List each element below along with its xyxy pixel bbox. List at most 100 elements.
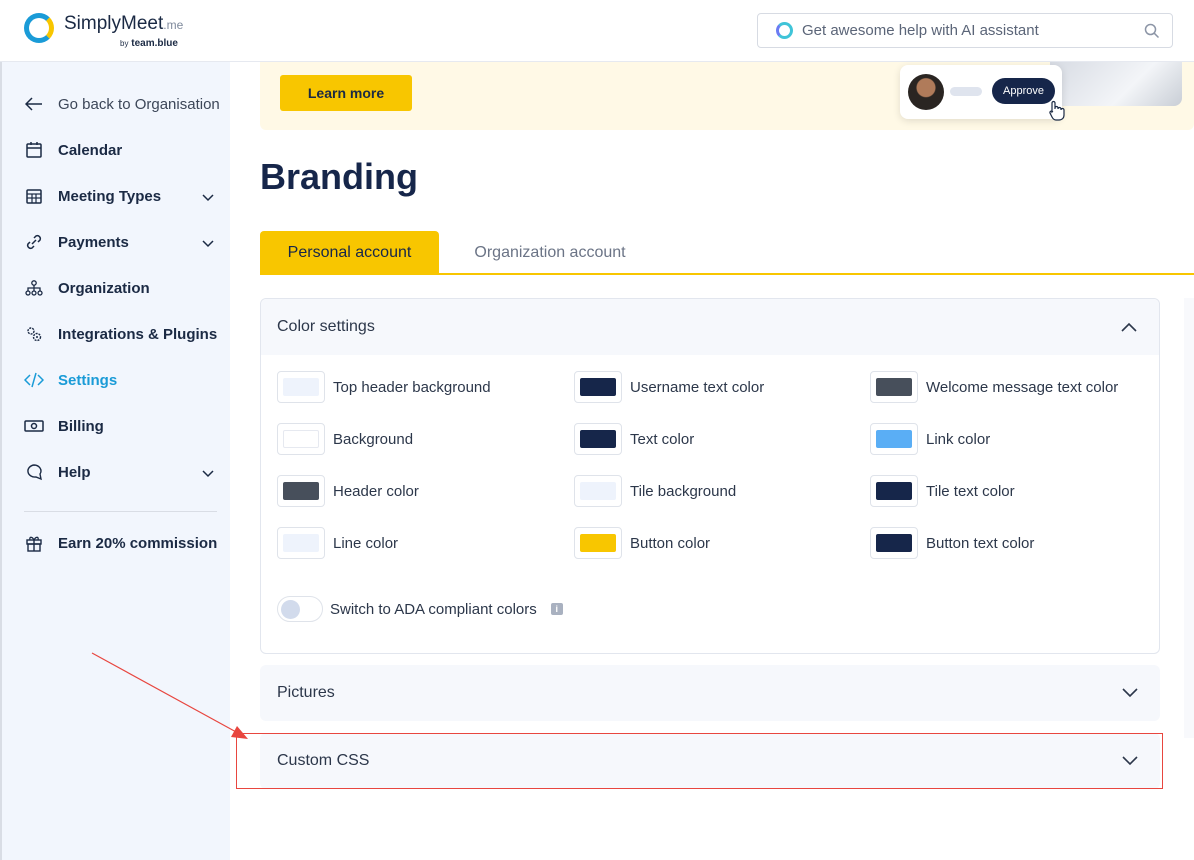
ai-assistant-icon [776,22,793,39]
placeholder-bar [950,87,982,96]
color-setting-top-header-background[interactable]: Top header background [277,371,491,403]
color-swatch-button[interactable] [277,527,325,559]
sidebar-item-calendar[interactable]: Calendar [24,135,220,165]
color-setting-link[interactable]: Link color [870,423,990,455]
color-setting-label: Line color [333,534,399,552]
org-chart-icon [24,278,44,298]
logo-by-name: team.blue [131,38,178,49]
color-swatch-button[interactable] [574,475,622,507]
chevron-down-icon[interactable] [202,465,214,482]
color-swatch [876,482,912,500]
sidebar-item-label: Calendar [58,141,123,159]
color-swatch [580,378,616,396]
sidebar-item-label: Meeting Types [58,187,162,205]
sidebar-item-go-back[interactable]: Go back to Organisation [24,89,220,119]
color-swatch [876,378,912,396]
sidebar-item-label: Settings [58,371,118,389]
logo-ring-icon [24,13,54,43]
sidebar: Go back to Organisation Calendar Meeting… [0,62,230,860]
color-swatch [580,482,616,500]
color-settings-panel: Color settings Top header background Use… [260,298,1160,654]
ai-assistant-search[interactable]: Get awesome help with AI assistant [757,13,1173,48]
info-icon[interactable]: i [550,603,563,615]
chevron-up-icon[interactable] [1121,319,1137,337]
color-swatch [283,482,319,500]
toggle-knob [281,600,300,619]
color-swatch [283,378,319,396]
color-swatch-button[interactable] [574,423,622,455]
color-swatch [283,534,319,552]
color-settings-title: Color settings [277,318,375,335]
gift-icon [24,533,44,553]
color-setting-welcome-message-text[interactable]: Welcome message text color [870,371,1118,403]
top-bar: SimplyMeet.me by team.blue Get awesome h… [0,0,1194,62]
sidebar-item-earn-commission[interactable]: Earn 20% commission [24,528,220,558]
sidebar-item-label: Payments [58,233,129,251]
color-setting-username-text[interactable]: Username text color [574,371,764,403]
color-setting-tile-text[interactable]: Tile text color [870,475,1015,507]
color-setting-label: Tile text color [926,482,1015,500]
color-swatch-button[interactable] [870,475,918,507]
color-swatch-button[interactable] [277,475,325,507]
color-setting-header[interactable]: Header color [277,475,419,507]
learn-more-button[interactable]: Learn more [280,75,412,111]
pictures-section-title: Pictures [277,684,335,701]
sidebar-item-integrations[interactable]: Integrations & Plugins [24,319,220,349]
chevron-down-icon[interactable] [202,235,214,252]
ada-colors-toggle-row: Switch to ADA compliant colors i [277,596,563,622]
color-swatch-button[interactable] [870,423,918,455]
sidebar-divider [24,511,217,512]
color-swatch-button[interactable] [870,527,918,559]
code-icon [24,370,44,390]
tab-organization-account[interactable]: Organization account [450,231,650,275]
hand-cursor-icon [1046,100,1066,127]
banner-photo [1050,62,1182,106]
sidebar-item-help[interactable]: Help [24,457,220,487]
chat-icon [24,462,44,482]
color-swatch [876,534,912,552]
sidebar-item-settings[interactable]: Settings [24,365,220,395]
color-setting-label: Welcome message text color [926,378,1119,396]
logo-by-prefix: by [120,39,129,48]
annotation-highlight-box [236,733,1163,789]
search-placeholder[interactable]: Get awesome help with AI assistant [802,22,1132,39]
color-swatch-button[interactable] [574,371,622,403]
color-swatch-button[interactable] [574,527,622,559]
chevron-down-icon[interactable] [202,189,214,206]
color-setting-text[interactable]: Text color [574,423,694,455]
scroll-rail [1184,298,1194,738]
sidebar-item-label: Integrations & Plugins [58,325,218,343]
search-icon[interactable] [1132,23,1172,39]
color-setting-line[interactable]: Line color [277,527,398,559]
color-setting-background[interactable]: Background [277,423,413,455]
ada-colors-toggle[interactable] [277,596,323,622]
sidebar-item-label: Earn 20% commission [58,534,218,552]
color-setting-tile-background[interactable]: Tile background [574,475,736,507]
color-setting-label: Link color [926,430,991,448]
color-setting-button[interactable]: Button color [574,527,710,559]
sidebar-item-meeting-types[interactable]: Meeting Types [24,181,220,211]
color-settings-header[interactable]: Color settings [261,299,1159,355]
color-setting-button-text[interactable]: Button text color [870,527,1034,559]
color-swatch-button[interactable] [277,371,325,403]
approve-card-illustration: Approve [900,65,1062,119]
sidebar-item-payments[interactable]: Payments [24,227,220,257]
color-setting-label: Header color [333,482,419,500]
color-setting-label: Tile background [630,482,737,500]
chevron-down-icon[interactable] [1122,685,1138,703]
color-setting-label: Background [333,430,414,448]
color-swatch [283,430,319,448]
sidebar-item-organization[interactable]: Organization [24,273,220,303]
grid-calendar-icon [24,186,44,206]
color-swatch-button[interactable] [277,423,325,455]
color-swatch [580,430,616,448]
color-swatch [876,430,912,448]
color-setting-label: Button text color [926,534,1035,552]
tab-personal-account[interactable]: Personal account [260,231,439,275]
sidebar-item-label: Go back to Organisation [58,95,220,113]
simplymeet-logo[interactable]: SimplyMeet.me by team.blue [24,12,183,49]
color-swatch-button[interactable] [870,371,918,403]
sidebar-item-billing[interactable]: Billing [24,411,220,441]
ada-colors-label: Switch to ADA compliant colors [330,600,537,618]
pictures-section-header[interactable]: Pictures [260,665,1160,721]
